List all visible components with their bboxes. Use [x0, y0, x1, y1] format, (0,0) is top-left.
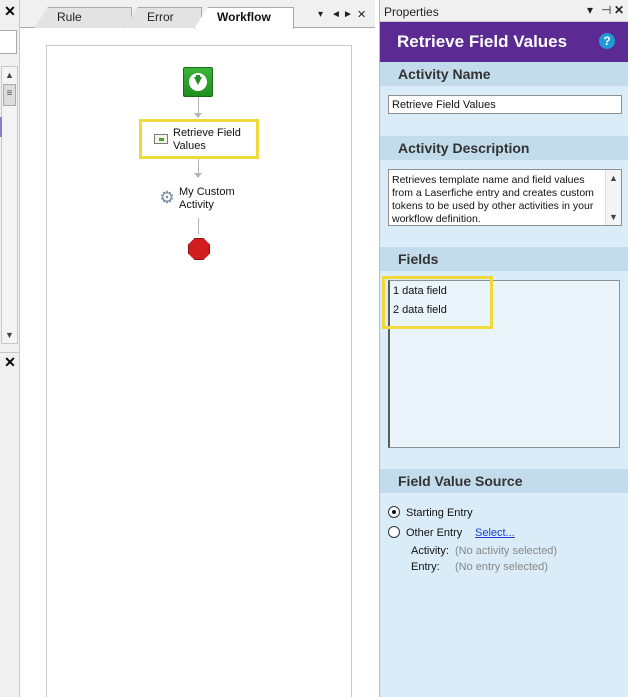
activity-label-line1: Retrieve Field	[173, 127, 241, 139]
starting-entry-radio[interactable]	[388, 506, 400, 518]
properties-title: Properties	[384, 5, 439, 19]
properties-heading: Retrieve Field Values	[397, 32, 568, 51]
left-panel-close-icon[interactable]: ✕	[3, 4, 17, 18]
fields-highlight-box	[382, 276, 493, 329]
tab-rule-manager[interactable]: Rule Manager	[34, 7, 132, 28]
section-title: Activity Description	[398, 140, 530, 156]
left-panel-divider	[0, 352, 20, 353]
connector-arrow-icon	[194, 113, 202, 118]
tab-list-dropdown-icon[interactable]: ▾	[318, 9, 323, 21]
section-activity-name[interactable]: Activity Name	[380, 62, 628, 86]
activity-my-custom-activity[interactable]: My Custom Activity	[179, 186, 235, 212]
other-entry-label[interactable]: Other Entry	[406, 527, 462, 539]
description-text: Retrieves template name and field values…	[392, 174, 602, 226]
left-panel-scrollbar[interactable]: ▲ ≡ ▼	[1, 66, 18, 344]
description-line: Retrieves template name and field values	[392, 174, 585, 186]
lower-panel-close-icon[interactable]: ✕	[3, 355, 17, 369]
section-title: Activity Name	[398, 66, 491, 82]
pane-close-icon[interactable]: ✕	[614, 4, 624, 17]
entry-source-label: Entry:	[411, 561, 440, 573]
connector-arrow-icon	[194, 173, 202, 178]
activity-name-field[interactable]	[388, 95, 622, 114]
tab-error-log[interactable]: Error Log	[124, 7, 202, 28]
scroll-down-icon[interactable]: ▼	[606, 210, 621, 224]
left-docked-panel: ✕ ▲ ≡ ▼ ✕	[0, 0, 20, 697]
section-title: Field Value Source	[398, 473, 523, 489]
selection-marker	[0, 117, 2, 137]
starting-entry-label[interactable]: Starting Entry	[406, 507, 473, 519]
pin-icon[interactable]: ⊣	[601, 4, 611, 17]
help-icon[interactable]: ?	[599, 33, 615, 49]
activity-label-line2: Activity	[179, 199, 214, 211]
entry-source-value: (No entry selected)	[455, 561, 548, 573]
description-line: tokens to be used by other activities in…	[392, 200, 594, 212]
pane-options-dropdown-icon[interactable]: ▾	[587, 4, 593, 17]
tab-workflow-1[interactable]: Workflow 1*	[194, 7, 294, 29]
description-line: from a Laserfiche entry and creates cust…	[392, 187, 594, 199]
gear-icon[interactable]: ⚙	[159, 189, 175, 206]
scroll-up-icon[interactable]: ▲	[606, 171, 621, 185]
section-activity-description[interactable]: Activity Description	[380, 136, 628, 160]
description-line: workflow definition.	[392, 213, 481, 225]
scroll-thumb[interactable]: ≡	[3, 84, 16, 106]
select-entry-link[interactable]: Select...	[475, 527, 515, 539]
activity-source-label: Activity:	[411, 545, 449, 557]
activity-description-field[interactable]: Retrieves template name and field values…	[388, 169, 622, 226]
activity-label-line1: My Custom	[179, 186, 235, 198]
scroll-down-icon[interactable]: ▼	[2, 327, 17, 343]
other-entry-radio[interactable]	[388, 526, 400, 538]
properties-header: Retrieve Field Values ?	[380, 22, 628, 62]
section-title: Fields	[398, 251, 439, 267]
section-fields[interactable]: Fields	[380, 247, 628, 271]
scroll-up-icon[interactable]: ▲	[2, 67, 17, 83]
tab-scroll-left-icon[interactable]: ◄	[331, 9, 341, 21]
properties-titlebar: Properties ▾ ⊣ ✕	[380, 0, 628, 22]
start-node[interactable]	[183, 67, 213, 97]
section-field-value-source[interactable]: Field Value Source	[380, 469, 628, 493]
activity-source-value: (No activity selected)	[455, 545, 558, 557]
tab-close-icon[interactable]: ✕	[357, 9, 366, 21]
properties-pane: Properties ▾ ⊣ ✕ Retrieve Field Values ?…	[379, 0, 628, 697]
activity-label: Retrieve Field Values	[173, 127, 241, 153]
connector-line	[198, 218, 199, 234]
description-scrollbar[interactable]: ▲ ▼	[605, 170, 621, 225]
start-arrow-head	[194, 77, 202, 85]
activity-label-line2: Values	[173, 140, 206, 152]
document-tab-bar: Rule Manager Error Log Workflow 1* ▾ ◄ ►…	[20, 0, 375, 29]
tab-scroll-right-icon[interactable]: ►	[343, 9, 353, 21]
activity-retrieve-field-values[interactable]: Retrieve Field Values	[139, 119, 259, 159]
field-values-icon	[154, 134, 168, 144]
left-panel-input[interactable]	[0, 30, 17, 54]
